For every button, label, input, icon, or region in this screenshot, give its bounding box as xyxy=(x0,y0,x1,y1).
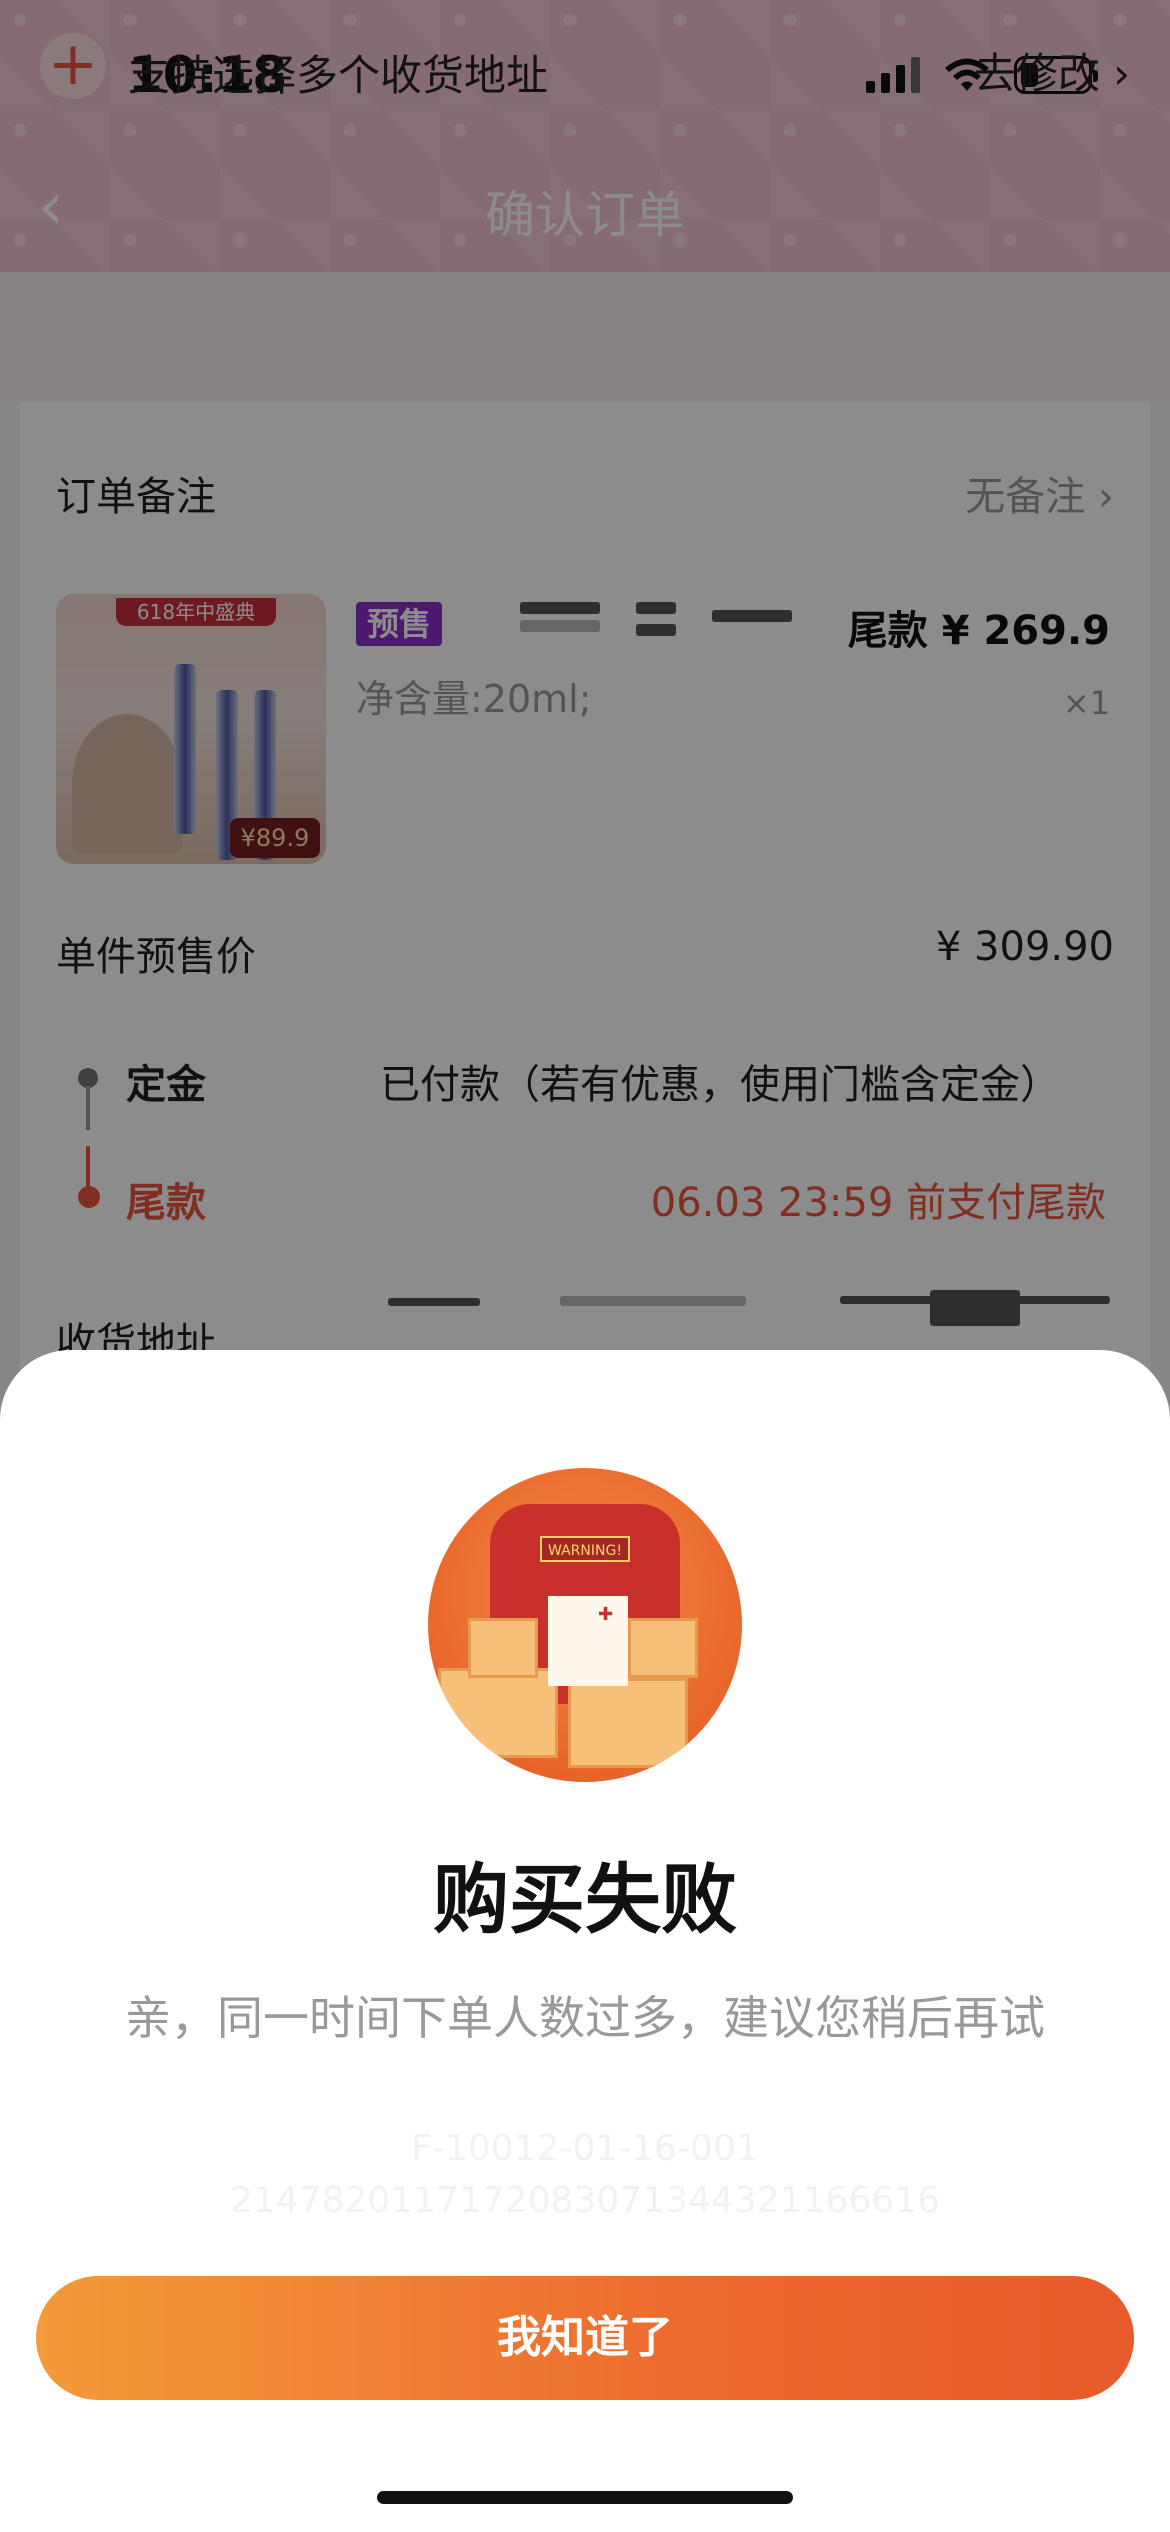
dialog-message: 亲，同一时间下单人数过多，建议您稍后再试 xyxy=(125,1991,1045,2045)
acknowledge-button[interactable]: 我知道了 xyxy=(36,2276,1134,2400)
error-code: F-10012-01-16-001 xyxy=(411,2128,759,2169)
home-indicator[interactable] xyxy=(377,2491,793,2504)
warning-sign: WARNING! xyxy=(540,1536,630,1562)
warning-truck-illustration: WARNING! ✚ xyxy=(428,1468,742,1782)
dialog-title: 购买失败 xyxy=(433,1855,737,1944)
error-trace-id: 2147820117172083071344321166616 xyxy=(229,2180,941,2221)
